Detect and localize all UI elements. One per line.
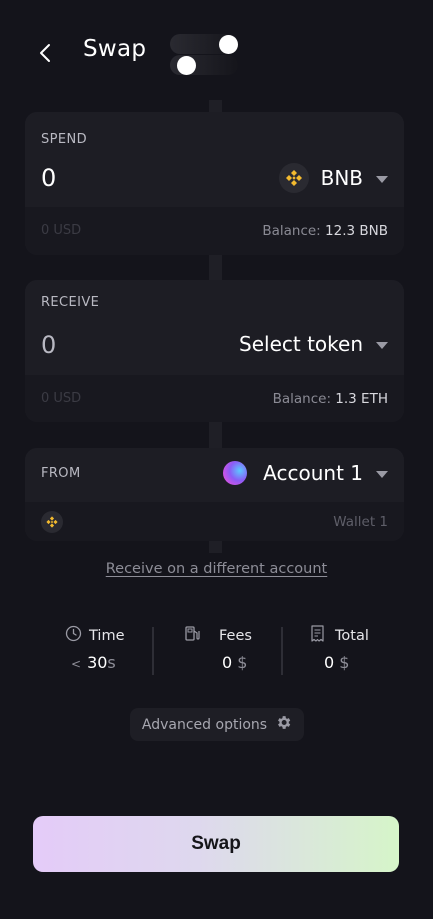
- fees-label: Fees: [219, 627, 252, 644]
- time-stat: Time <30s: [65, 625, 145, 672]
- fees-unit: $: [237, 653, 248, 672]
- stat-divider: [152, 627, 154, 675]
- spend-token-name: BNB: [320, 166, 363, 190]
- spend-usd-value: 0 USD: [41, 223, 82, 238]
- total-label: Total: [335, 627, 369, 644]
- spend-card: SPEND 0 BNB 0 USD Balance: 12.3 BNB: [25, 112, 404, 255]
- account-select[interactable]: Account 1: [223, 461, 388, 485]
- header: Swap: [0, 0, 433, 100]
- spend-token-select[interactable]: BNB: [278, 163, 388, 193]
- chevron-down-icon: [376, 341, 388, 349]
- receive-balance-value: 1.3 ETH: [335, 391, 388, 407]
- total-number: 0: [324, 653, 335, 672]
- receive-token-select[interactable]: Select token: [239, 332, 388, 356]
- stat-divider: [281, 627, 283, 675]
- chevron-down-icon: [376, 470, 388, 478]
- spend-balance: Balance: 12.3 BNB: [262, 223, 388, 239]
- receive-balance-label: Balance:: [272, 391, 331, 407]
- fees-stat: Fees 0 $: [184, 625, 264, 672]
- receive-amount-input[interactable]: 0: [41, 331, 56, 359]
- receipt-icon: [310, 625, 325, 646]
- time-label: Time: [89, 627, 125, 644]
- time-number: 30: [87, 653, 108, 672]
- spend-label: SPEND: [41, 132, 88, 147]
- chevron-down-icon: [376, 175, 388, 183]
- advanced-options-button[interactable]: Advanced options: [130, 708, 304, 741]
- spend-balance-value: 12.3 BNB: [325, 223, 388, 239]
- total-stat: Total 0 $: [310, 625, 390, 672]
- swap-button[interactable]: Swap: [33, 816, 399, 872]
- receive-token-name: Select token: [239, 332, 363, 356]
- wallet-name: Wallet 1: [333, 514, 388, 530]
- bnb-icon: [278, 163, 309, 193]
- page-title: Swap: [83, 36, 147, 62]
- receive-balance: Balance: 1.3 ETH: [273, 391, 388, 407]
- toggle-knob-top[interactable]: [219, 35, 238, 54]
- account-avatar: [223, 461, 248, 485]
- total-unit: $: [339, 653, 350, 672]
- receive-usd-value: 0 USD: [41, 391, 82, 406]
- gas-pump-icon: [184, 625, 201, 646]
- account-name: Account 1: [263, 461, 363, 485]
- spend-amount-input[interactable]: 0: [41, 164, 56, 192]
- toggle-knob-bottom[interactable]: [177, 56, 196, 75]
- advanced-options-label: Advanced options: [141, 716, 268, 733]
- bnb-icon: [41, 511, 63, 533]
- fees-value: 0 $: [222, 653, 247, 672]
- connector-line: [209, 541, 222, 553]
- connector-line: [209, 255, 222, 281]
- spend-balance-label: Balance:: [262, 223, 321, 239]
- time-value: <30s: [71, 653, 116, 672]
- fees-number: 0: [222, 653, 233, 672]
- clock-icon: [65, 625, 82, 646]
- receive-different-account-link[interactable]: Receive on a different account: [0, 561, 433, 577]
- from-card: FROM Account 1 Wallet 1: [25, 448, 404, 541]
- receive-label: RECEIVE: [41, 295, 100, 310]
- connector-line: [209, 422, 222, 449]
- chevron-left-icon[interactable]: [36, 40, 56, 66]
- total-value: 0 $: [324, 653, 349, 672]
- receive-card: RECEIVE 0 Select token 0 USD Balance: 1.…: [25, 280, 404, 422]
- time-prefix: <: [71, 657, 82, 671]
- from-label: FROM: [41, 466, 81, 481]
- gear-icon: [275, 714, 292, 735]
- time-unit: s: [107, 653, 116, 672]
